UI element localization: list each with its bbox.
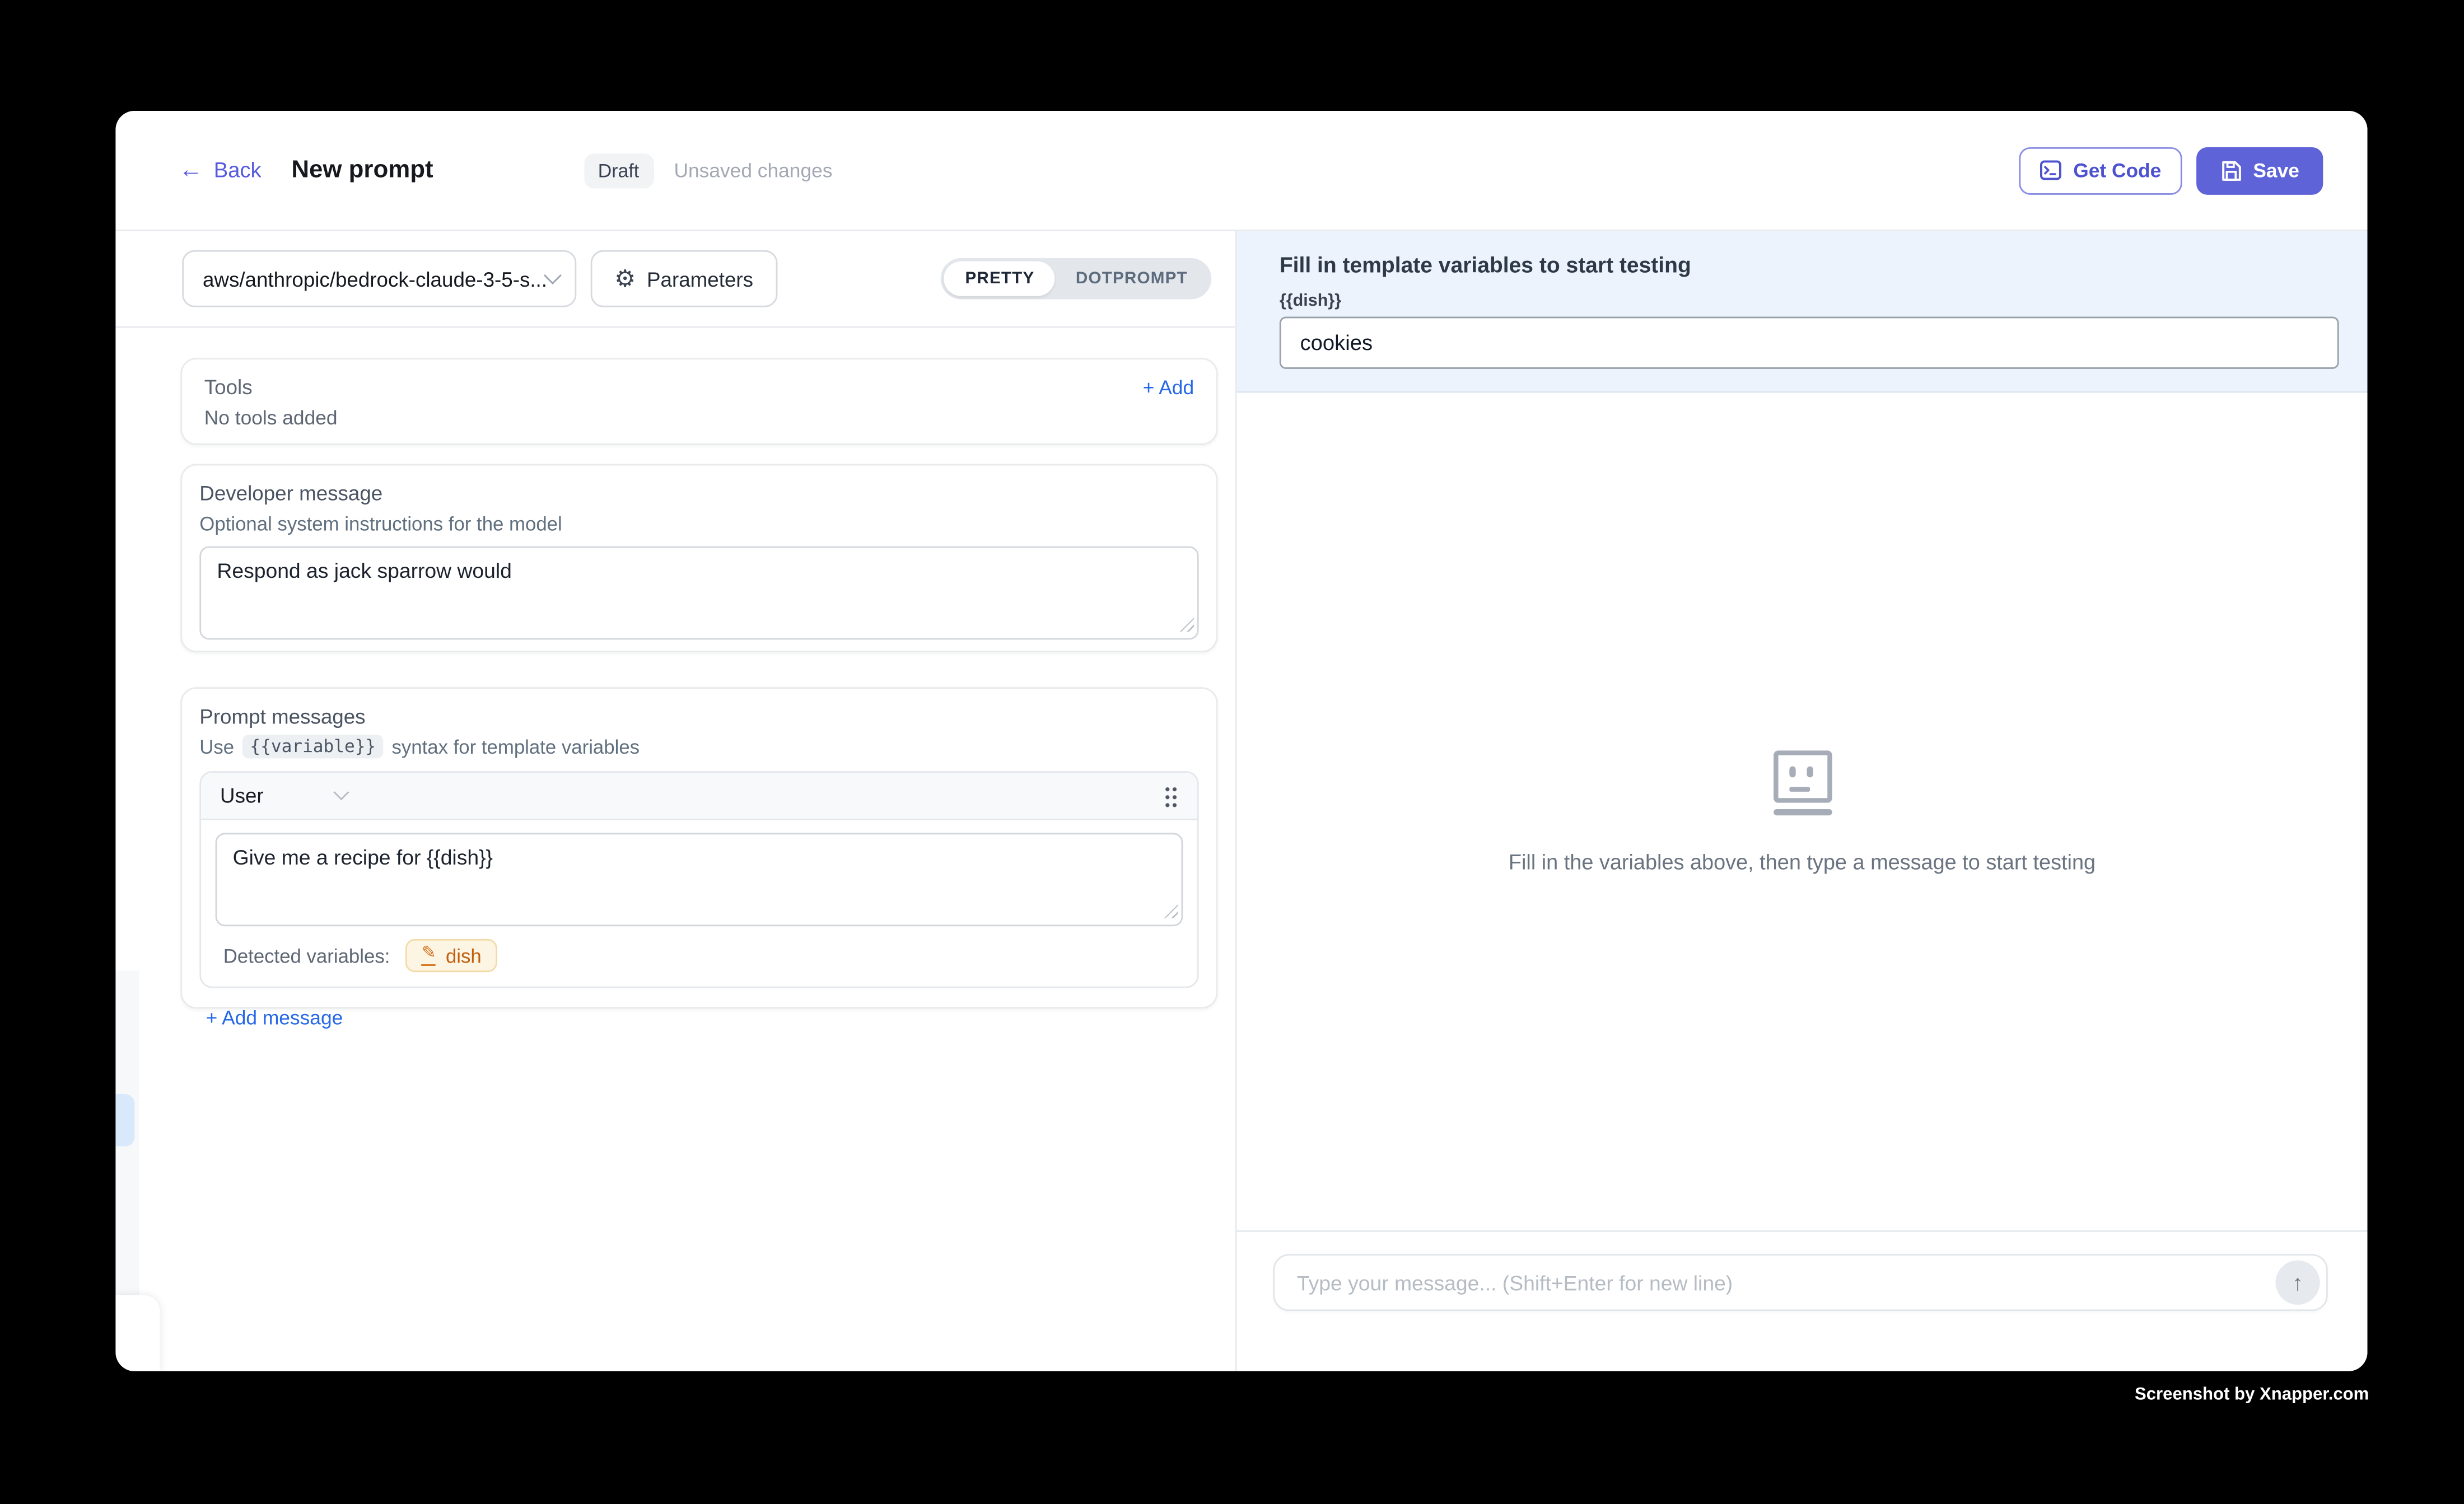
chevron-down-icon <box>544 267 562 284</box>
tools-empty-text: No tools added <box>204 407 1194 429</box>
developer-message-textarea[interactable]: Respond as jack sparrow would <box>199 547 1198 640</box>
model-selector[interactable]: aws/anthropic/bedrock-claude-3-5-s... <box>182 250 576 307</box>
chat-input-area: ↑ <box>1236 1230 2367 1371</box>
toggle-pretty[interactable]: PRETTY <box>945 261 1055 296</box>
developer-message-card: Developer message Optional system instru… <box>180 464 1217 653</box>
add-tool-button[interactable]: + Add <box>1143 376 1194 399</box>
get-code-button[interactable]: Get Code <box>2019 147 2182 194</box>
toggle-dotprompt[interactable]: DOTPROMPT <box>1055 261 1208 296</box>
template-variables-panel: Fill in template variables to start test… <box>1236 231 2367 393</box>
main-split: aws/anthropic/bedrock-claude-3-5-s... ⚙ … <box>115 231 2367 1371</box>
editor-scroll-area: Tools + Add No tools added Developer mes… <box>115 328 1235 1008</box>
add-message-row: + Add message <box>199 1004 1198 1033</box>
save-button[interactable]: Save <box>2196 147 2323 194</box>
send-button[interactable]: ↑ <box>2275 1260 2320 1305</box>
variables-panel-title: Fill in template variables to start test… <box>1280 253 2339 277</box>
status-badge: Draft <box>584 153 653 188</box>
message-textarea[interactable]: Give me a recipe for {{dish}} <box>216 833 1183 926</box>
variable-syntax-chip: {{variable}} <box>242 735 384 758</box>
chat-empty-state: Fill in the variables above, then type a… <box>1236 393 2367 1230</box>
message-block: User Give me a recipe for {{dish}} <box>199 771 1198 988</box>
save-floppy-icon <box>2220 159 2242 181</box>
back-arrow-icon: ← <box>179 158 203 182</box>
get-code-label: Get Code <box>2073 159 2161 181</box>
tools-card: Tools + Add No tools added <box>180 358 1217 445</box>
back-label: Back <box>214 158 262 182</box>
model-selector-value: aws/anthropic/bedrock-claude-3-5-s... <box>203 267 547 290</box>
arrow-up-icon: ↑ <box>2292 1272 2303 1294</box>
chat-input-box: ↑ <box>1273 1254 2328 1311</box>
parameters-label: Parameters <box>647 267 753 290</box>
drag-handle-icon[interactable] <box>1164 784 1178 807</box>
message-body: Give me a recipe for {{dish}} Detected v… <box>201 820 1197 987</box>
terminal-icon <box>2040 160 2062 181</box>
variable-value-input[interactable] <box>1280 317 2339 369</box>
prompt-messages-title: Prompt messages <box>199 704 1198 728</box>
tools-title: Tools <box>204 375 253 399</box>
developer-message-title: Developer message <box>199 482 1198 505</box>
save-label: Save <box>2253 159 2299 181</box>
subtitle-prefix: Use <box>199 735 234 758</box>
prompt-messages-card: Prompt messages Use {{variable}} syntax … <box>180 687 1217 1008</box>
header: ← Back New prompt Draft Unsaved changes … <box>115 111 2367 231</box>
header-actions: Get Code Save <box>2019 147 2323 194</box>
unsaved-changes-label: Unsaved changes <box>674 159 832 181</box>
screenshot-stage: ← Back New prompt Draft Unsaved changes … <box>0 0 2464 1504</box>
subtitle-suffix: syntax for template variables <box>391 735 640 758</box>
test-panel: Fill in template variables to start test… <box>1235 231 2368 1371</box>
variable-name: dish <box>446 945 482 967</box>
view-toggle: PRETTY DOTPROMPT <box>941 258 1211 300</box>
detected-variables-row: Detected variables: ✎ dish <box>216 939 1183 972</box>
robot-face-icon <box>1773 750 1832 815</box>
watermark-text: Screenshot by Xnapper.com <box>2135 1385 2369 1404</box>
prompt-messages-subtitle: Use {{variable}} syntax for template var… <box>199 735 1198 758</box>
clipped-sidebar-active-item <box>115 1094 134 1146</box>
back-button[interactable]: ← Back <box>179 158 262 182</box>
role-selector-value: User <box>220 784 264 807</box>
edit-pencil-icon: ✎ <box>422 945 436 966</box>
gear-icon: ⚙ <box>614 267 636 290</box>
variable-key-label: {{dish}} <box>1280 291 2339 310</box>
message-role-row: User <box>201 773 1197 820</box>
developer-message-subtitle: Optional system instructions for the mod… <box>199 513 1198 535</box>
add-message-button[interactable]: + Add message <box>206 1007 343 1029</box>
detected-variables-label: Detected variables: <box>223 945 390 967</box>
page-title: New prompt <box>291 156 433 185</box>
chat-message-input[interactable] <box>1297 1271 2276 1294</box>
clipped-sidebar-card <box>115 1295 160 1371</box>
model-toolbar: aws/anthropic/bedrock-claude-3-5-s... ⚙ … <box>115 231 1235 328</box>
parameters-button[interactable]: ⚙ Parameters <box>591 250 777 307</box>
variable-badge-dish[interactable]: ✎ dish <box>406 939 497 972</box>
prompt-editor-panel: aws/anthropic/bedrock-claude-3-5-s... ⚙ … <box>115 231 1235 1371</box>
role-chevron-down-icon[interactable] <box>334 784 350 800</box>
empty-state-text: Fill in the variables above, then type a… <box>1509 849 2096 873</box>
app-window: ← Back New prompt Draft Unsaved changes … <box>115 111 2367 1371</box>
